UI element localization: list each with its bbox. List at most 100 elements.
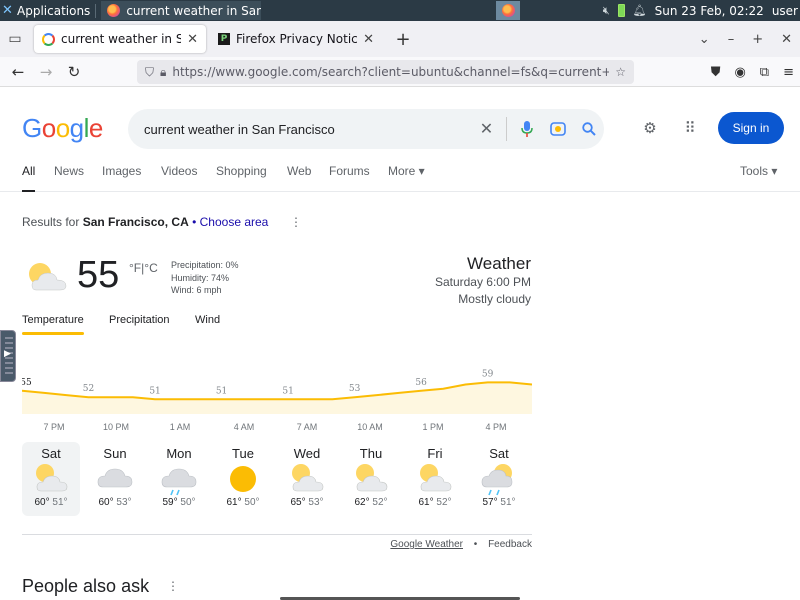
search-tab-news[interactable]: News <box>54 164 84 178</box>
hour-label: 7 PM <box>43 422 65 432</box>
partly-cloudy-rain-icon <box>470 461 528 497</box>
unit-celsius[interactable]: °C <box>144 261 157 275</box>
panel-separator <box>95 3 97 18</box>
workspace-firefox-button[interactable] <box>496 1 520 20</box>
toolbar-right: ⛊ ◉ ⧉ ≡ <box>711 57 794 87</box>
taskbar-window-button[interactable]: current weather in San F… <box>101 1 262 20</box>
close-tab-icon[interactable]: ✕ <box>187 32 198 47</box>
account-icon[interactable]: ◉ <box>734 65 745 80</box>
sign-in-button[interactable]: Sign in <box>718 112 784 144</box>
weather-tab-precipitation[interactable]: Precipitation <box>109 314 170 326</box>
tab-google-search[interactable]: current weather in San Fr ✕ <box>34 25 206 53</box>
notification-bell-icon[interactable]: 🔔︎ <box>633 4 647 17</box>
search-tab-forums[interactable]: Forums <box>329 164 370 178</box>
low-temp: 53° <box>308 497 324 508</box>
day-forecast-thu[interactable]: Thu 62° 52° <box>342 442 400 516</box>
forward-button[interactable]: → <box>32 58 60 86</box>
search-icon[interactable] <box>573 109 604 149</box>
logo-letter: o <box>55 113 70 143</box>
feedback-link[interactable]: Feedback <box>488 539 532 550</box>
temperature-data-label: 52 <box>83 384 94 394</box>
day-name: Fri <box>427 446 443 461</box>
google-results-page: Google current weather in San Francisco … <box>0 88 800 600</box>
back-button[interactable]: ← <box>4 58 32 86</box>
close-tab-icon[interactable]: ✕ <box>363 32 374 47</box>
tab-firefox-privacy[interactable]: P Firefox Privacy Notice — ✕ <box>210 25 382 53</box>
day-forecast-mon[interactable]: Mon 59° 50° <box>150 442 208 516</box>
low-temp: 52° <box>436 497 452 508</box>
day-forecast-sun[interactable]: Sun 60° 53° <box>86 442 144 516</box>
menu-hamburger-icon[interactable]: ≡ <box>783 65 794 80</box>
weather-tab-temperature[interactable]: Temperature <box>22 314 84 335</box>
day-forecast-fri[interactable]: Fri 61° 52° <box>406 442 464 516</box>
low-temp: 51° <box>52 497 68 508</box>
maximize-icon[interactable]: + <box>752 32 763 47</box>
sunny-icon <box>214 461 272 497</box>
day-forecast-sat[interactable]: Sat 57° 51° <box>470 442 528 516</box>
pocket-icon[interactable]: ⛊ <box>711 65 721 80</box>
logo-letter: g <box>69 113 84 143</box>
google-weather-link[interactable]: Google Weather <box>390 539 463 550</box>
side-panel-handle[interactable]: ▶ <box>0 330 16 382</box>
day-temperatures: 60° 51° <box>22 497 80 508</box>
search-tab-web[interactable]: Web <box>287 164 311 178</box>
more-options-icon[interactable]: ⋮ <box>290 215 302 229</box>
google-logo[interactable]: Google <box>22 113 103 144</box>
search-tab-all[interactable]: All <box>22 164 36 192</box>
day-forecast-wed[interactable]: Wed 65° 53° <box>278 442 336 516</box>
reload-button[interactable]: ↻ <box>60 58 88 86</box>
applications-menu[interactable]: ✕ Applications <box>0 0 90 21</box>
window-controls: ⌄ – + ✕ <box>699 21 800 57</box>
hour-label: 10 PM <box>102 422 130 432</box>
voice-search-icon[interactable] <box>511 109 542 149</box>
day-temperatures: 62° 52° <box>342 497 400 508</box>
partly-cloudy-icon <box>278 461 336 497</box>
minimize-icon[interactable]: – <box>728 32 735 47</box>
lens-search-icon[interactable] <box>542 109 573 149</box>
battery-icon[interactable] <box>617 4 625 17</box>
temperature-data-label: 55 <box>22 378 32 388</box>
search-tab-videos[interactable]: Videos <box>161 164 197 178</box>
high-temp: 59° <box>162 497 178 508</box>
choose-area-link[interactable]: • Choose area <box>192 215 268 229</box>
clear-search-icon[interactable]: ✕ <box>471 109 502 149</box>
close-window-icon[interactable]: ✕ <box>781 32 792 47</box>
url-bar[interactable]: ⛉ 🔒︎ https://www.google.com/search?clien… <box>137 60 634 84</box>
hour-label: 4 PM <box>485 422 507 432</box>
temperature-data-label: 51 <box>282 386 293 396</box>
location-name: San Francisco, CA <box>82 215 189 229</box>
clock[interactable]: Sun 23 Feb, 02:22 <box>655 4 764 18</box>
search-tab-shopping[interactable]: Shopping <box>216 164 267 178</box>
reload-icon: ↻ <box>67 62 81 81</box>
header-actions: ⚙ ⠿ Sign in <box>638 110 784 146</box>
tools-button[interactable]: Tools ▾ <box>740 164 777 178</box>
precipitation-text: Precipitation: 0% <box>171 260 239 270</box>
forward-arrow-icon: → <box>39 62 53 81</box>
new-tab-button[interactable]: + <box>388 25 418 53</box>
search-box[interactable]: current weather in San Francisco ✕ <box>128 109 604 149</box>
apps-grid-icon[interactable]: ⠿ <box>678 116 702 140</box>
shield-icon[interactable]: ⛉ <box>145 65 154 80</box>
hour-label: 1 PM <box>422 422 444 432</box>
list-all-tabs-icon[interactable]: ⌄ <box>699 32 710 47</box>
more-options-icon[interactable]: ⋮ <box>167 579 179 593</box>
settings-gear-icon[interactable]: ⚙ <box>638 116 662 140</box>
search-input[interactable]: current weather in San Francisco <box>144 122 471 137</box>
unit-fahrenheit[interactable]: °F <box>129 261 141 275</box>
firefox-view-button[interactable]: ▭ <box>0 21 30 57</box>
url-text[interactable]: https://www.google.com/search?client=ubu… <box>172 65 609 79</box>
choose-area-text[interactable]: Choose area <box>200 215 269 229</box>
user-menu[interactable]: user <box>772 4 798 18</box>
extensions-icon[interactable]: ⧉ <box>760 65 769 80</box>
volume-muted-icon[interactable]: 🔇︎ <box>603 4 610 18</box>
temperature-data-label: 59 <box>482 369 494 379</box>
search-tab-images[interactable]: Images <box>102 164 141 178</box>
weather-details: Precipitation: 0% Humidity: 74% Wind: 6 … <box>171 259 239 297</box>
day-forecast-sat[interactable]: Sat 60° 51° <box>22 442 80 516</box>
lock-icon[interactable]: 🔒︎ <box>160 65 166 80</box>
bookmark-star-icon[interactable]: ☆ <box>615 65 626 79</box>
search-tab-more[interactable]: More ▾ <box>388 164 425 178</box>
day-forecast-tue[interactable]: Tue 61° 50° <box>214 442 272 516</box>
hour-label: 4 AM <box>233 422 255 432</box>
weather-tab-wind[interactable]: Wind <box>195 314 220 326</box>
